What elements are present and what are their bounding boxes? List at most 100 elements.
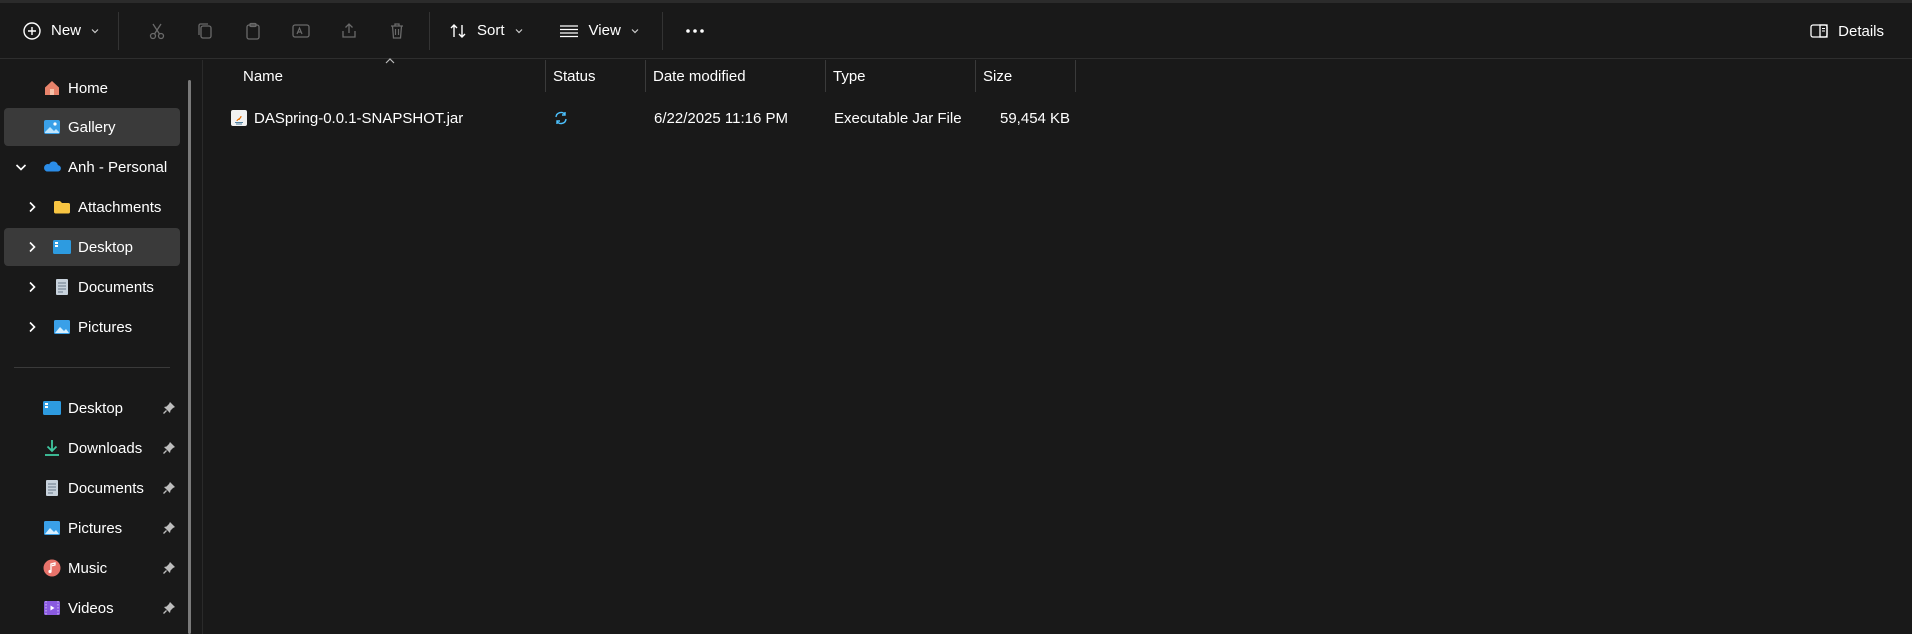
file-row[interactable]: DASpring-0.0.1-SNAPSHOT.jar 6/22/2025 11… [203,99,1083,137]
cut-button[interactable] [137,11,177,51]
share-icon [342,22,356,38]
nav-item-gallery[interactable]: Gallery [4,108,180,146]
column-resize-handle[interactable] [645,60,646,92]
copy-button[interactable] [185,11,225,51]
column-resize-handle[interactable] [975,60,976,92]
delete-button[interactable] [377,11,417,51]
nav-item-label: Anh - Personal [68,158,168,176]
nav-item-label: Music [68,559,108,577]
trash-icon [391,22,404,39]
scissors-icon [149,23,165,39]
sort-ascending-icon [385,58,395,64]
column-header-size[interactable]: Size [983,60,1012,92]
column-header-type[interactable]: Type [833,60,866,92]
paste-button[interactable] [233,11,273,51]
pictures-icon [52,317,72,337]
nav-item-home[interactable]: Home [4,69,180,107]
file-name: DASpring-0.0.1-SNAPSHOT.jar [254,109,464,127]
clipboard-icon [246,22,260,40]
more-options-button[interactable] [675,11,715,51]
share-button[interactable] [329,11,369,51]
nav-item-label: Downloads [68,439,143,457]
nav-item-onedrive-documents[interactable]: Documents [4,268,180,306]
toolbar-separator [429,11,431,50]
pin-icon[interactable] [162,601,176,615]
pin-icon[interactable] [162,481,176,495]
nav-item-quick-documents[interactable]: Documents [4,469,180,507]
sort-button-label: Sort [477,22,505,39]
new-button[interactable]: New [12,11,110,51]
desktop-icon [52,237,72,257]
nav-item-quick-music[interactable]: Music [4,549,180,587]
folder-icon [52,197,72,217]
pin-icon[interactable] [162,401,176,415]
column-header-label: Type [833,67,866,85]
chevron-right-icon[interactable] [25,320,39,334]
chevron-right-icon[interactable] [25,240,39,254]
nav-item-label: Documents [68,479,144,497]
navigation-pane: Home Gallery Anh - Personal Attachments [0,60,190,634]
sidebar-divider [14,367,170,368]
details-pane-button[interactable]: Details [1799,11,1894,51]
nav-item-label: Desktop [68,399,124,417]
home-icon [42,78,62,98]
video-icon [42,598,62,618]
view-list-icon [559,24,578,37]
jar-file-icon [229,99,249,137]
nav-item-quick-pictures[interactable]: Pictures [4,509,180,547]
nav-item-label: Videos [68,599,114,617]
desktop-icon [42,398,62,418]
nav-item-quick-downloads[interactable]: Downloads [4,429,180,467]
plus-circle-icon [23,21,41,40]
toolbar-separator [661,11,663,50]
column-resize-handle[interactable] [545,60,546,92]
document-icon [42,478,62,498]
nav-item-label: Pictures [78,318,133,336]
column-header-label: Size [983,67,1013,85]
pin-icon[interactable] [162,561,176,575]
file-size: 59,454 KB [1000,109,1071,127]
music-icon [42,558,62,578]
view-button[interactable]: View [548,11,650,51]
chevron-right-icon[interactable] [25,200,39,214]
chevron-down-icon [91,28,99,33]
nav-item-label: Home [68,79,109,97]
nav-item-label: Attachments [78,198,162,216]
chevron-down-icon[interactable] [14,160,28,174]
column-resize-handle[interactable] [825,60,826,92]
cloud-icon [42,157,62,177]
file-date-modified: 6/22/2025 11:16 PM [654,109,788,127]
column-header-status[interactable]: Status [553,60,596,92]
nav-item-label: Gallery [68,118,116,136]
column-header-name[interactable]: Name [243,60,283,92]
sync-icon [553,99,569,137]
rename-button[interactable] [281,11,321,51]
nav-item-quick-videos[interactable]: Videos [4,589,180,627]
chevron-right-icon[interactable] [25,280,39,294]
nav-item-label: Desktop [78,238,134,256]
sidebar-scrollbar[interactable] [188,80,191,634]
file-type: Executable Jar File [834,109,962,127]
copy-icon [198,22,212,39]
nav-item-onedrive[interactable]: Anh - Personal [4,148,180,186]
nav-item-label: Pictures [68,519,123,537]
view-button-label: View [588,22,621,39]
nav-item-onedrive-desktop[interactable]: Desktop [4,228,180,266]
new-button-label: New [51,22,82,39]
column-resize-handle[interactable] [1075,60,1076,92]
chevron-down-icon [631,28,639,33]
chevron-down-icon [515,28,522,33]
details-pane-icon [1810,24,1828,38]
pane-divider[interactable] [202,60,203,634]
pin-icon[interactable] [162,521,176,535]
nav-item-quick-desktop[interactable]: Desktop [4,389,180,427]
pin-icon[interactable] [162,441,176,455]
column-header-date-modified[interactable]: Date modified [653,60,746,92]
sort-button[interactable]: Sort [438,11,534,51]
nav-item-label: Documents [78,278,154,296]
column-header-label: Status [553,67,596,85]
rename-icon [292,23,310,38]
command-bar: New Sort View Details [0,3,1912,59]
nav-item-attachments[interactable]: Attachments [4,188,180,226]
nav-item-onedrive-pictures[interactable]: Pictures [4,308,180,346]
